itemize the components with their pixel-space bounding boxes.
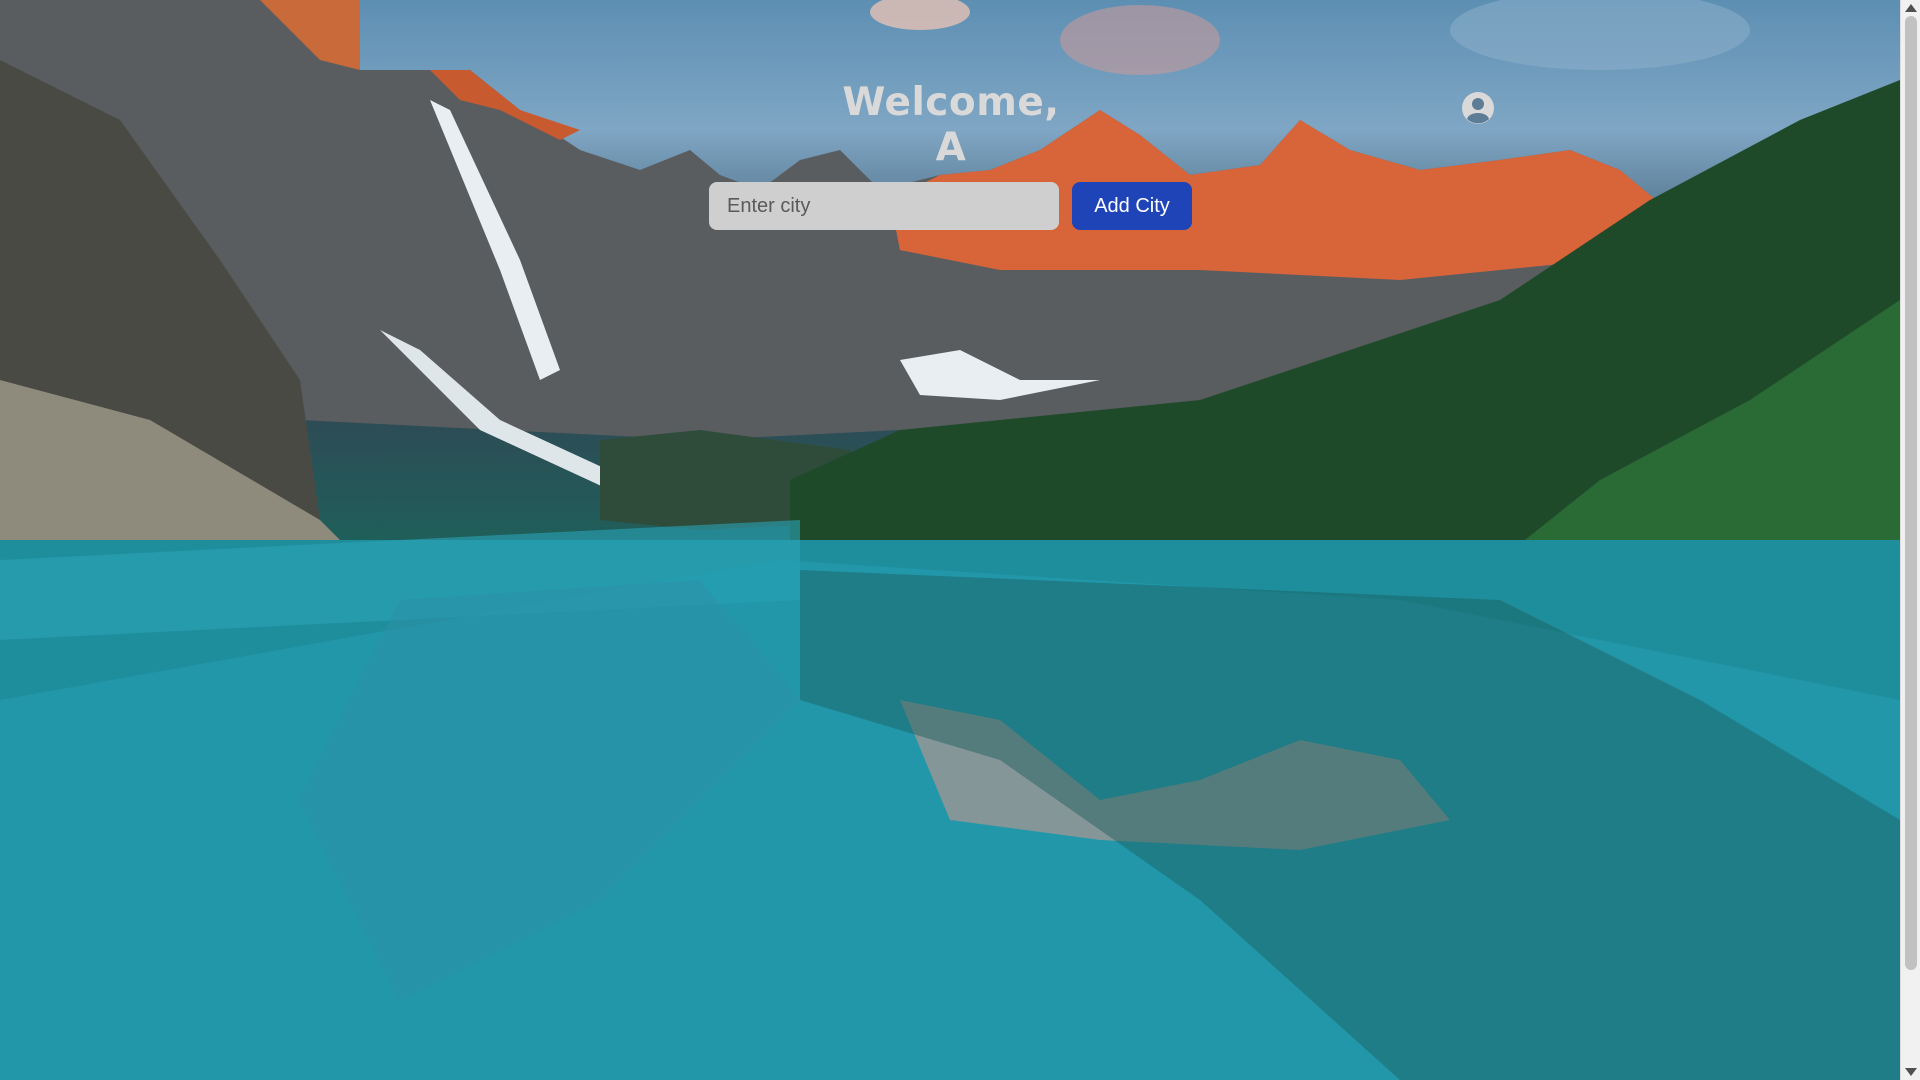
- user-profile-icon[interactable]: [1461, 91, 1495, 125]
- scroll-down-arrow-icon[interactable]: [1905, 1068, 1917, 1076]
- city-search-input[interactable]: [709, 182, 1059, 230]
- scroll-up-arrow-icon[interactable]: [1905, 4, 1917, 12]
- welcome-title: Welcome, A: [842, 80, 1060, 170]
- vertical-scrollbar[interactable]: [1900, 0, 1920, 1080]
- scrollbar-thumb[interactable]: [1905, 16, 1917, 970]
- add-city-button[interactable]: Add City: [1072, 182, 1192, 230]
